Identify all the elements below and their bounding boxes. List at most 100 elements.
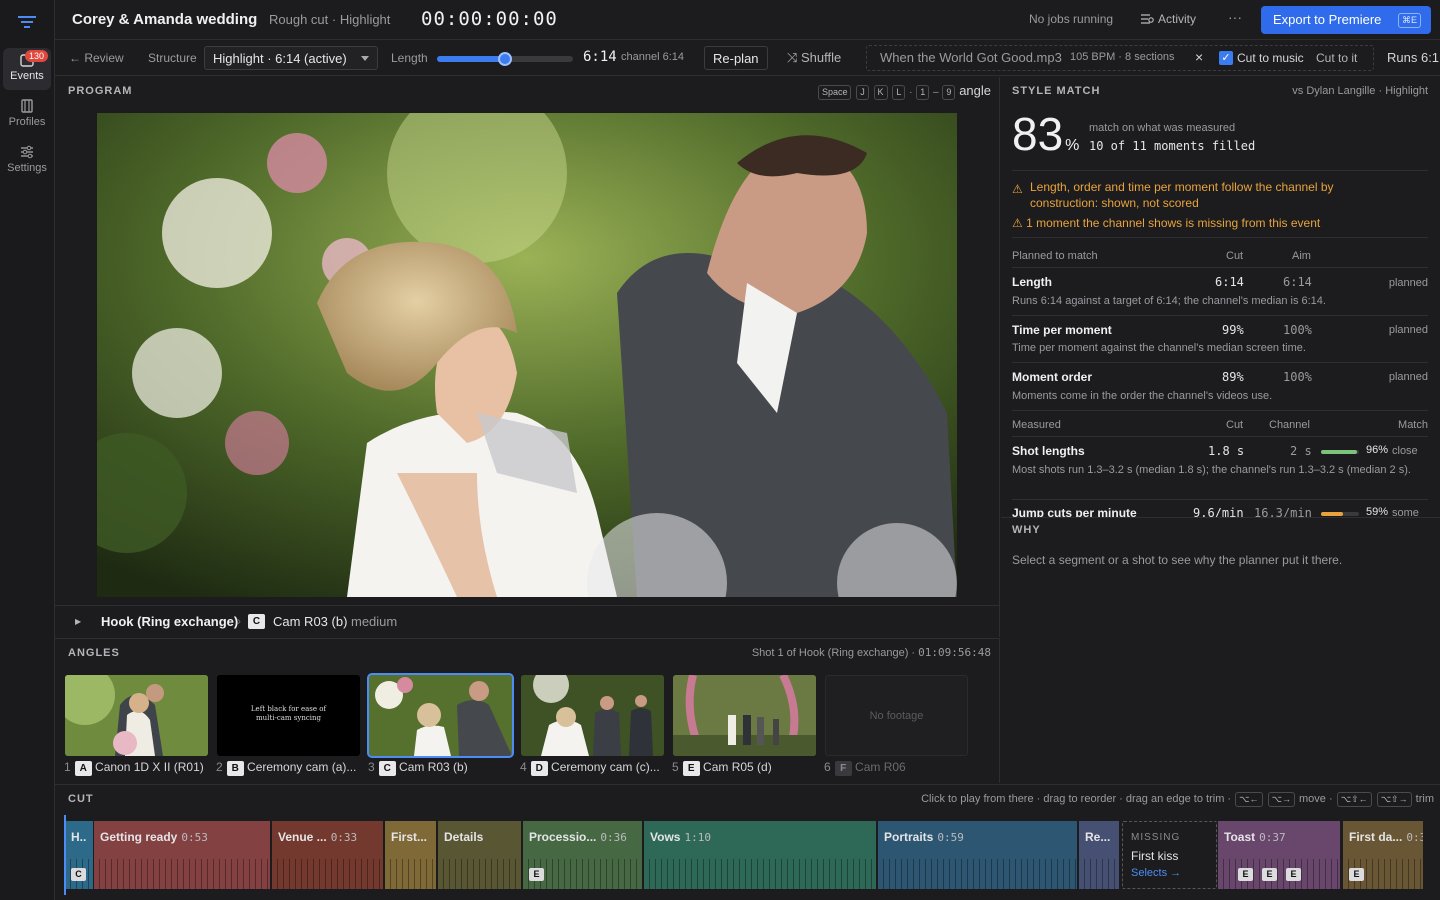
- remove-track-button[interactable]: ×: [1195, 49, 1203, 65]
- angle-name: Ceremony cam (c)...: [551, 760, 660, 774]
- structure-select[interactable]: Highlight · 6:14 (active): [204, 46, 378, 70]
- angle-thumb-4[interactable]: [521, 675, 664, 756]
- shuffle-button[interactable]: ⤨ Shuffle: [787, 50, 841, 66]
- angle-thumb-3[interactable]: [367, 673, 514, 758]
- angle-letter-tag: E: [682, 761, 700, 776]
- match-score-unit: %: [1065, 137, 1080, 154]
- length-slider-thumb[interactable]: [498, 52, 512, 66]
- cut-segment[interactable]: Vows 1:10: [644, 821, 876, 889]
- angle-number: 3: [368, 760, 375, 774]
- cut-segment[interactable]: Portraits 0:59: [878, 821, 1077, 889]
- cut-segment[interactable]: H.. C: [65, 821, 93, 889]
- rail-item-profiles[interactable]: Profiles: [3, 94, 51, 136]
- style-match-label: STYLE MATCH: [1012, 85, 1101, 97]
- cut-timeline-panel: CUT Click to play from there · drag to r…: [55, 784, 1440, 900]
- length-label: Length: [391, 51, 428, 65]
- segment-camera-tag: E: [529, 868, 544, 881]
- angle-thumb-2[interactable]: Left black for ease of multi-cam syncing: [217, 675, 360, 756]
- divider: [1012, 237, 1428, 238]
- angle-number: 6: [824, 760, 831, 774]
- menu-logo-icon[interactable]: [18, 14, 36, 30]
- row-shot-lengths-name: Shot lengths: [1012, 444, 1085, 458]
- angle-letter-tag: C: [378, 761, 396, 776]
- divider: [1012, 315, 1428, 316]
- key-1: 1: [916, 85, 930, 100]
- row-shot-lengths-cut: 1.8 s: [1208, 444, 1245, 458]
- export-premiere-button[interactable]: Export to Premiere ⌘E: [1261, 6, 1431, 34]
- segment-shot-strip: [385, 859, 436, 889]
- structure-value: Highlight · 6:14 (active): [213, 51, 347, 66]
- project-subtitle: Rough cut · Highlight: [269, 12, 391, 27]
- export-shortcut: ⌘E: [1397, 13, 1421, 28]
- segment-shot-strip: [1079, 859, 1119, 889]
- cut-segment[interactable]: Toast 0:37 E E E: [1218, 821, 1340, 889]
- current-shot-bar: ▶ Hook (Ring exchange) › C Cam R03 (b) m…: [55, 605, 999, 637]
- angle-name: Cam R03 (b): [399, 760, 468, 774]
- left-rail: 130 Events Profiles Settings: [0, 0, 55, 900]
- top-header: Corey & Amanda wedding Rough cut · Highl…: [55, 0, 1440, 40]
- row-length-aim: 6:14: [1283, 275, 1312, 289]
- key-space: Space: [817, 85, 852, 100]
- back-review-link[interactable]: ← Review: [69, 51, 124, 65]
- segment-title: First...: [391, 830, 428, 844]
- angle-label-4: 4D Ceremony cam (c)...: [520, 760, 660, 776]
- angle-thumb-6[interactable]: No footage: [825, 675, 968, 756]
- shuffle-icon: ⤨: [787, 50, 802, 65]
- missing-selects-link[interactable]: Selects →: [1131, 867, 1181, 879]
- segment-name: Portraits 0:59: [884, 830, 964, 844]
- cut-segment[interactable]: Re...: [1079, 821, 1119, 889]
- rail-item-settings[interactable]: Settings: [3, 140, 51, 182]
- play-triangle-icon[interactable]: ▶: [75, 617, 81, 626]
- rail-item-events[interactable]: 130 Events: [3, 48, 51, 90]
- back-arrow-icon: ←: [69, 51, 85, 65]
- cut-segment[interactable]: Processio... 0:36 E: [523, 821, 642, 889]
- segment-name: Venue ... 0:33: [278, 830, 357, 844]
- key-opt-shift-left: ⌥⇧←: [1336, 792, 1372, 807]
- cut-segment[interactable]: First...: [385, 821, 436, 889]
- row-shot-lengths-match: 96%: [1366, 444, 1389, 456]
- warning-icon: ⚠: [1012, 182, 1023, 196]
- angle-number: 2: [216, 760, 223, 774]
- segment-name: Re...: [1085, 830, 1114, 844]
- angle-thumb-5[interactable]: [673, 675, 816, 756]
- row-order-cut: 89%: [1222, 370, 1244, 384]
- angle-thumb-1[interactable]: [65, 675, 208, 756]
- more-menu-button[interactable]: ···: [1228, 9, 1242, 25]
- angle-number: 1: [64, 760, 71, 774]
- segment-name: Toast 0:37: [1224, 830, 1286, 844]
- replan-button[interactable]: Re-plan: [704, 46, 768, 70]
- playhead[interactable]: [64, 815, 66, 895]
- row-jump-cuts-cut: 9.6/min: [1193, 506, 1244, 517]
- missing-moment-slot[interactable]: MISSING First kiss Selects →: [1122, 821, 1217, 889]
- row-jump-cuts-name: Jump cuts per minute: [1012, 506, 1137, 517]
- segment-duration: 0:53: [181, 831, 208, 844]
- cut-to-it-button[interactable]: Cut to it: [1316, 51, 1357, 65]
- segment-camera-tag: E: [1349, 868, 1364, 881]
- cut-segment[interactable]: Details: [438, 821, 521, 889]
- program-video-frame[interactable]: [97, 113, 957, 597]
- activity-icon: [1141, 14, 1154, 24]
- jump-cuts-match-bar: [1321, 512, 1359, 516]
- segment-name: H..: [71, 830, 90, 844]
- match-header: Match: [1398, 419, 1428, 431]
- export-label: Export to Premiere: [1273, 12, 1382, 27]
- cut-segment[interactable]: Getting ready 0:53: [94, 821, 270, 889]
- plan-toolbar: ← Review Structure Highlight · 6:14 (act…: [55, 40, 1440, 76]
- angle-label-2: 2B Ceremony cam (a)...: [216, 760, 356, 776]
- key-j: J: [856, 85, 869, 100]
- row-jump-cuts-word: some: [1392, 507, 1419, 517]
- profiles-icon: [21, 99, 33, 113]
- music-track-name[interactable]: When the World Got Good.mp3: [880, 50, 1062, 65]
- length-slider[interactable]: [437, 52, 573, 66]
- segment-title: First da...: [1349, 830, 1403, 844]
- segment-shot-strip: [1218, 859, 1340, 889]
- segment-title: Toast: [1224, 830, 1256, 844]
- timecode-display: 00:00:00:00: [421, 8, 558, 30]
- divider: [1012, 436, 1428, 437]
- cut-segment[interactable]: Venue ... 0:33: [272, 821, 383, 889]
- cut-segment[interactable]: First da...0:32 E: [1343, 821, 1423, 889]
- angle-label-1: 1A Canon 1D X II (R01): [64, 760, 204, 776]
- row-shot-lengths-desc: Most shots run 1.3–3.2 s (median 1.8 s);…: [1012, 464, 1411, 476]
- activity-button[interactable]: Activity: [1141, 12, 1196, 26]
- cut-to-music-checkbox[interactable]: ✓: [1219, 51, 1233, 65]
